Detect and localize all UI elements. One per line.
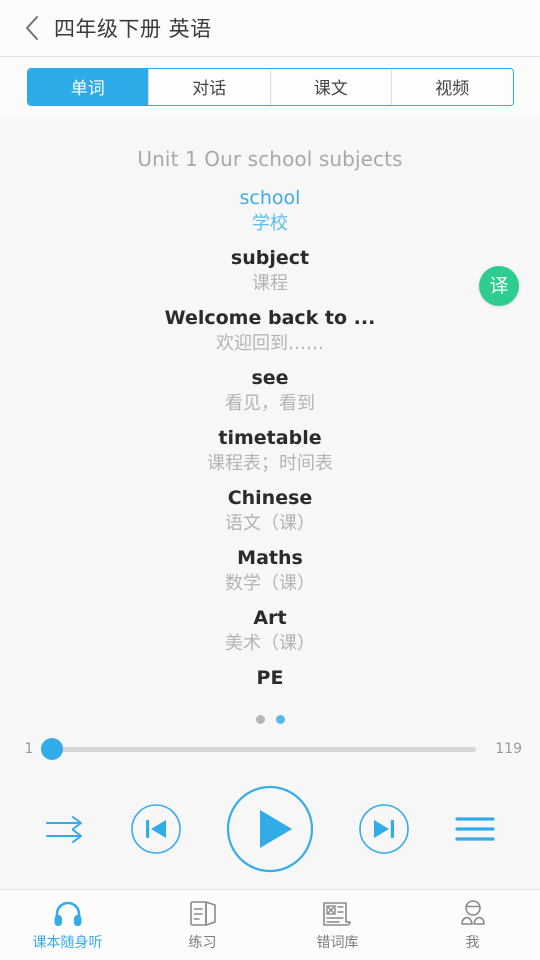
player-controls	[0, 774, 540, 889]
page-header: 四年级下册 英语	[0, 0, 540, 57]
word-item[interactable]: school 学校	[0, 186, 540, 237]
nav-label: 课本随身听	[32, 934, 103, 951]
tab-video[interactable]: 视频	[391, 68, 513, 105]
word-chinese: 美术（课）	[225, 633, 315, 654]
playlist-button[interactable]	[454, 813, 496, 850]
slider-thumb[interactable]	[41, 738, 63, 760]
unit-title: Unit 1 Our school subjects	[137, 147, 403, 171]
tabbar: 单词 对话 课文 视频	[26, 67, 514, 106]
word-english: Maths	[237, 547, 303, 569]
headphones-icon	[53, 899, 83, 927]
translate-button[interactable]: 译	[479, 266, 519, 306]
nav-label: 练习	[188, 934, 217, 951]
nav-label: 错词库	[316, 934, 359, 951]
bottom-navigation: 课本随身听 练习 错词库 我	[0, 889, 540, 960]
word-item[interactable]: Chinese 语文（课）	[0, 486, 540, 537]
skip-previous-icon	[130, 803, 182, 860]
play-mode-sequential-button[interactable]	[44, 812, 86, 851]
page-title: 四年级下册 英语	[54, 17, 212, 41]
word-chinese: 数学（课）	[225, 573, 315, 594]
word-chinese: 语文（课）	[225, 513, 315, 534]
word-english: PE	[256, 667, 284, 689]
word-english: see	[251, 367, 289, 389]
page-dot[interactable]	[275, 715, 285, 724]
chevron-left-icon	[24, 14, 40, 42]
progress-slider-row: 1 119	[0, 724, 540, 774]
tabbar-container: 单词 对话 课文 视频	[0, 57, 540, 116]
word-english: Welcome back to ...	[164, 307, 376, 329]
word-item[interactable]: Maths 数学（课）	[0, 546, 540, 597]
nav-label: 我	[465, 934, 480, 951]
word-item[interactable]: Art 美术（课）	[0, 606, 540, 657]
next-button[interactable]	[358, 803, 410, 860]
word-chinese: 课程	[252, 273, 288, 294]
progress-slider[interactable]	[41, 738, 476, 760]
word-item[interactable]: PE	[0, 666, 540, 691]
page-dot[interactable]	[255, 715, 265, 724]
book-icon	[189, 899, 217, 927]
word-item[interactable]: see 看见，看到	[0, 366, 540, 417]
skip-next-icon	[358, 803, 410, 860]
nav-item-wrong-words[interactable]: 错词库	[270, 890, 405, 960]
word-english: school	[239, 187, 301, 209]
word-english: subject	[230, 247, 310, 269]
wrong-words-icon	[322, 899, 354, 927]
word-item[interactable]: Welcome back to ... 欢迎回到……	[0, 306, 540, 357]
word-item[interactable]: subject 课程	[0, 246, 540, 297]
word-english: Art	[253, 607, 287, 629]
nav-item-practice[interactable]: 练习	[135, 890, 270, 960]
hamburger-list-icon	[454, 813, 496, 850]
slider-current-value: 1	[24, 741, 34, 757]
word-item[interactable]: timetable 课程表；时间表	[0, 426, 540, 477]
play-button[interactable]	[226, 785, 314, 878]
word-chinese: 课程表；时间表	[207, 453, 333, 474]
word-english: timetable	[218, 427, 322, 449]
back-button[interactable]	[10, 6, 54, 50]
page-indicator	[0, 715, 540, 724]
app-screen: 四年级下册 英语 单词 对话 课文 视频 译 Unit 1 Our school…	[0, 0, 540, 960]
play-icon	[226, 785, 314, 878]
word-chinese: 看见，看到	[225, 393, 315, 414]
nav-item-profile[interactable]: 我	[405, 890, 540, 960]
person-icon	[459, 899, 487, 927]
nav-item-listen[interactable]: 课本随身听	[0, 890, 135, 960]
word-chinese: 欢迎回到……	[216, 333, 324, 354]
translate-icon: 译	[489, 274, 509, 297]
previous-button[interactable]	[130, 803, 182, 860]
word-english: Chinese	[227, 487, 313, 509]
tab-dialogue[interactable]: 对话	[148, 68, 270, 105]
tab-words[interactable]: 单词	[27, 68, 148, 105]
word-list-area[interactable]: 译 Unit 1 Our school subjects school 学校 s…	[0, 116, 540, 724]
word-chinese: 学校	[252, 213, 288, 234]
slider-total-value: 119	[495, 741, 522, 757]
word-list: Unit 1 Our school subjects school 学校 sub…	[0, 116, 540, 691]
tab-text[interactable]: 课文	[269, 68, 391, 105]
double-arrow-right-icon	[44, 812, 86, 851]
